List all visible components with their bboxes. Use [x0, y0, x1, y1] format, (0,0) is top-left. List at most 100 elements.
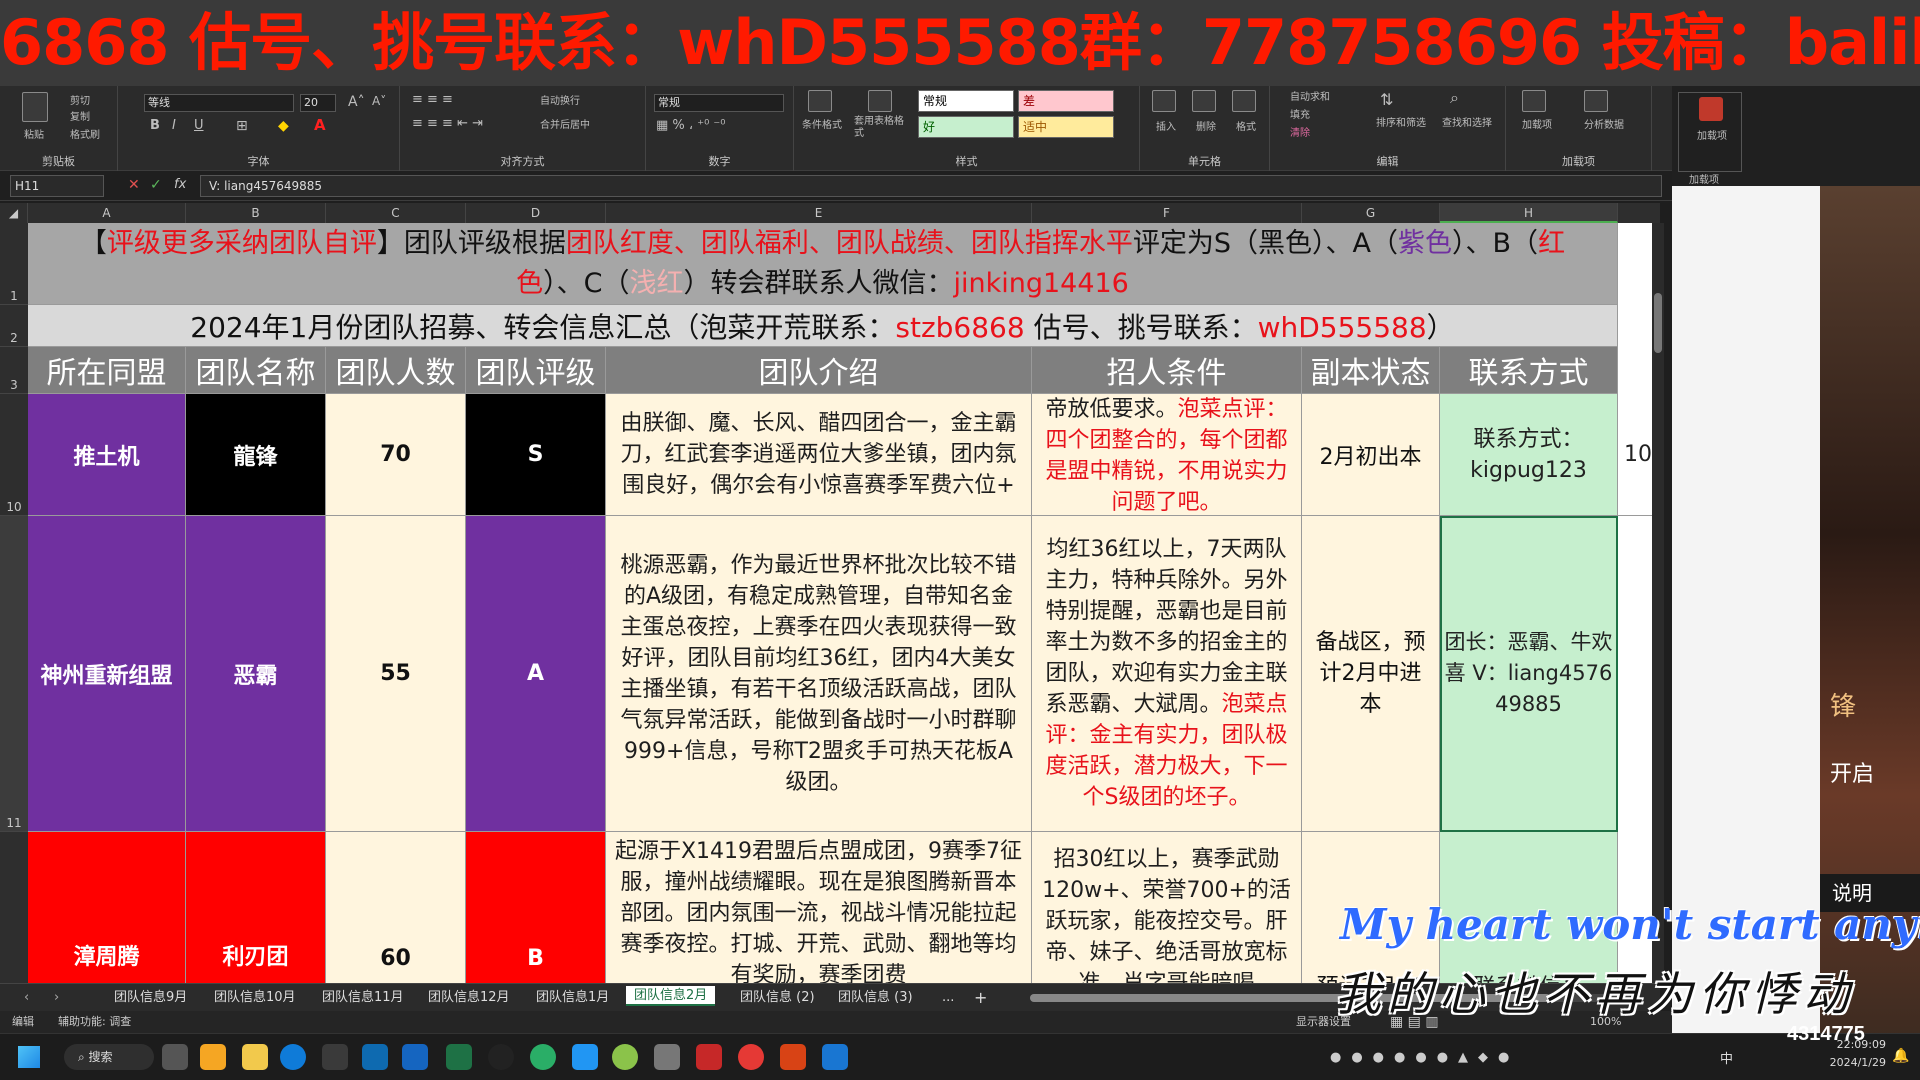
app-icon-7[interactable] — [780, 1044, 806, 1070]
row11-requirements[interactable]: 均红36红以上，7天两队主力，特种兵除外。另外特别提醒，恶霸也是目前率土为数不多… — [1032, 516, 1302, 832]
column-header-d[interactable]: D — [466, 203, 606, 223]
row12-team[interactable]: 利刃团 — [186, 832, 326, 983]
analyze-data-label[interactable]: 分析数据 — [1584, 116, 1624, 131]
format-table-icon[interactable] — [868, 90, 892, 112]
header-dungeon-status[interactable]: 副本状态 — [1302, 347, 1440, 394]
edge-icon[interactable] — [280, 1044, 306, 1070]
row-header-3[interactable]: 3 — [0, 347, 28, 394]
addin-red-icon[interactable] — [1699, 97, 1723, 121]
find-select-label[interactable]: 查找和选择 — [1442, 114, 1492, 129]
row11-contact-selected[interactable]: 团长：恶霸、牛欢喜 V：liang457649885 — [1440, 516, 1618, 832]
app-icon-1[interactable] — [362, 1044, 388, 1070]
row10-requirements[interactable]: 帝放低要求。泡菜点评：四个团整合的，每个团都是盟中精锐，不用说实力问题了吧。 — [1032, 394, 1302, 516]
tab-info-3[interactable]: 团队信息 (3) — [830, 988, 921, 1008]
header-team-name[interactable]: 团队名称 — [186, 347, 326, 394]
header-requirements[interactable]: 招人条件 — [1032, 347, 1302, 394]
style-normal[interactable]: 常规 — [918, 90, 1014, 112]
row-header-1[interactable]: 1 — [0, 223, 28, 305]
style-neutral[interactable]: 适中 — [1018, 116, 1114, 138]
number-format-select[interactable]: 常规 — [654, 94, 784, 112]
wechat-icon[interactable] — [530, 1044, 556, 1070]
underline-button[interactable]: U — [194, 118, 204, 133]
row11-alliance[interactable]: 神州重新组盟 — [28, 516, 186, 832]
addin-label[interactable]: 加载项 — [1522, 116, 1552, 131]
row10-team[interactable]: 龍锋 — [186, 394, 326, 516]
format-table-label[interactable]: 套用表格格式 — [854, 116, 910, 140]
insert-cells-icon[interactable] — [1152, 90, 1176, 112]
cut-button[interactable]: 剪切 — [70, 92, 90, 107]
delete-cells-label[interactable]: 删除 — [1196, 118, 1216, 133]
header-team-grade[interactable]: 团队评级 — [466, 347, 606, 394]
column-header-f[interactable]: F — [1032, 203, 1302, 223]
next-sheet-icon[interactable]: › — [46, 988, 67, 1008]
row-header-2[interactable]: 2 — [0, 305, 28, 347]
paste-label[interactable]: 粘贴 — [24, 126, 44, 141]
row12-requirements[interactable]: 招30红以上，赛季武勋120w+、荣誉700+的活跃玩家，能夜控交号。肝帝、妹子… — [1032, 832, 1302, 983]
sort-filter-icon[interactable]: ⇅ — [1380, 90, 1393, 109]
align-left-icon[interactable]: ≡ ≡ ≡ ⇤ ⇥ — [412, 116, 483, 131]
add-sheet-button[interactable]: + — [966, 988, 995, 1008]
row12-intro[interactable]: 起源于X1419君盟后点盟成团，9赛季7征服，撞州战绩耀眼。现在是狼图腾新晋本部… — [606, 832, 1032, 983]
shield-icon[interactable] — [402, 1044, 428, 1070]
header-alliance[interactable]: 所在同盟 — [28, 347, 186, 394]
accessibility-status[interactable]: 辅助功能: 调查 — [58, 1011, 131, 1033]
tray-icons[interactable]: ●●●●●●▲◆● — [1330, 1050, 1519, 1065]
analyze-data-icon[interactable] — [1584, 90, 1608, 112]
column-header-h[interactable]: H — [1440, 203, 1618, 223]
row10-grade[interactable]: S — [466, 394, 606, 516]
insert-function-icon[interactable]: fx — [174, 177, 186, 192]
row10-alliance[interactable]: 推土机 — [28, 394, 186, 516]
format-cells-icon[interactable] — [1232, 90, 1256, 112]
shrink-font-icon[interactable]: A˅ — [372, 94, 386, 108]
vertical-scroll-thumb[interactable] — [1654, 293, 1662, 353]
autosum-button[interactable]: 自动求和 — [1290, 88, 1330, 103]
row10-status[interactable]: 2月初出本 — [1302, 394, 1440, 516]
merge-center-button[interactable]: 合并后居中 — [540, 116, 590, 131]
tab-info-2[interactable]: 团队信息 (2) — [732, 988, 823, 1008]
row12-alliance[interactable]: 漳周腾 — [28, 832, 186, 983]
clock-date[interactable]: 2024/1/29 — [1800, 1056, 1886, 1069]
prev-sheet-icon[interactable]: ‹ — [16, 988, 37, 1008]
font-size-select[interactable]: 20 — [300, 94, 336, 112]
fill-color-icon[interactable]: ◆ — [278, 118, 289, 134]
header-contact[interactable]: 联系方式 — [1440, 347, 1618, 394]
word-icon[interactable] — [822, 1044, 848, 1070]
spreadsheet-grid[interactable]: 【评级更多采纳团队自评】团队评级根据团队红度、团队福利、团队战绩、团队指挥水平评… — [28, 223, 1660, 983]
taskbar-search[interactable]: ⌕ 搜索 — [64, 1044, 154, 1070]
app-icon-5[interactable] — [696, 1044, 722, 1070]
tab-dec[interactable]: 团队信息12月 — [420, 988, 518, 1008]
app-icon-3[interactable] — [612, 1044, 638, 1070]
app-icon-4[interactable] — [654, 1044, 680, 1070]
row12-grade[interactable]: B — [466, 832, 606, 983]
excel-icon[interactable] — [446, 1044, 472, 1070]
column-header-b[interactable]: B — [186, 203, 326, 223]
header-team-count[interactable]: 团队人数 — [326, 347, 466, 394]
bold-button[interactable]: B — [150, 118, 160, 133]
cancel-icon[interactable]: ✕ — [128, 177, 140, 193]
column-header-e[interactable]: E — [606, 203, 1032, 223]
border-icon[interactable]: ⊞ — [236, 118, 248, 134]
paste-icon[interactable] — [22, 92, 48, 122]
format-painter-button[interactable]: 格式刷 — [70, 126, 100, 141]
subtitle-cell[interactable]: 2024年1月份团队招募、转会信息汇总（泡菜开荒联系：stzb6868 估号、挑… — [28, 305, 1618, 347]
column-header-g[interactable]: G — [1302, 203, 1440, 223]
file-explorer-icon[interactable] — [242, 1044, 268, 1070]
row11-grade[interactable]: A — [466, 516, 606, 832]
row11-count[interactable]: 55 — [326, 516, 466, 832]
row-header-11[interactable]: 11 — [0, 516, 28, 832]
grow-font-icon[interactable]: A˄ — [348, 94, 365, 110]
qq-icon[interactable] — [488, 1044, 514, 1070]
copy-button[interactable]: 复制 — [70, 108, 90, 123]
format-cells-label[interactable]: 格式 — [1236, 118, 1256, 133]
title-cell[interactable]: 【评级更多采纳团队自评】团队评级根据团队红度、团队福利、团队战绩、团队指挥水平评… — [28, 223, 1618, 305]
font-color-icon[interactable]: A — [314, 116, 326, 134]
sort-filter-label[interactable]: 排序和筛选 — [1376, 114, 1426, 129]
column-header-a[interactable]: A — [28, 203, 186, 223]
row10-intro[interactable]: 由朕御、魔、长风、醋四团合一，金主霸刀，红武套李逍遥两位大爹坐镇，团内氛围良好，… — [606, 394, 1032, 516]
italic-button[interactable]: I — [172, 118, 176, 133]
name-box[interactable]: H11 — [10, 175, 104, 197]
tab-jan[interactable]: 团队信息1月 — [528, 988, 617, 1008]
select-all-corner[interactable]: ◢ — [0, 203, 28, 223]
row12-count[interactable]: 60 — [326, 832, 466, 983]
row11-team[interactable]: 恶霸 — [186, 516, 326, 832]
